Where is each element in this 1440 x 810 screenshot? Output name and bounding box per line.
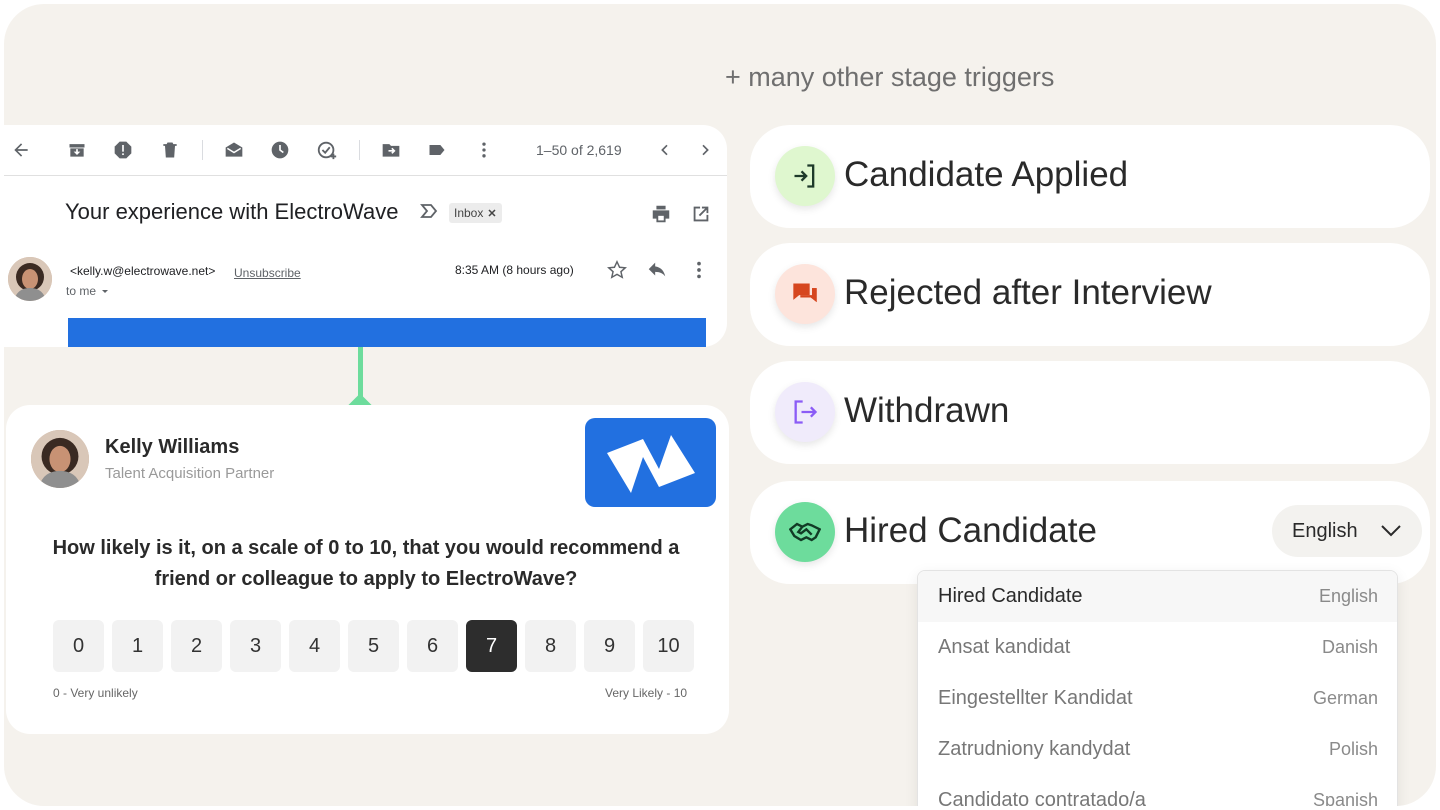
trigger-label: Hired Candidate xyxy=(844,511,1097,550)
nps-option-6[interactable]: 6 xyxy=(407,620,458,672)
snooze-clock-icon[interactable] xyxy=(269,139,291,161)
importance-marker-icon[interactable] xyxy=(420,203,438,219)
next-page-icon[interactable] xyxy=(694,139,716,161)
nps-option-1[interactable]: 1 xyxy=(112,620,163,672)
scale-high-label: Very Likely - 10 xyxy=(605,686,688,700)
recipient-dropdown[interactable]: to me xyxy=(66,284,110,298)
language-select-value: English xyxy=(1292,519,1358,542)
language-option[interactable]: Ansat kandidat Danish xyxy=(918,622,1397,673)
language-option[interactable]: Candidato contratado/a Spanish xyxy=(918,775,1397,806)
enter-icon xyxy=(794,164,815,188)
chevron-down-icon xyxy=(1380,525,1401,537)
trigger-withdrawn[interactable]: Withdrawn xyxy=(750,361,1430,464)
email-timestamp: 8:35 AM (8 hours ago) xyxy=(455,263,574,277)
unsubscribe-link[interactable]: Unsubscribe xyxy=(234,266,301,280)
previous-page-icon[interactable] xyxy=(654,139,676,161)
survey-question: How likely is it, on a scale of 0 to 10,… xyxy=(52,537,680,590)
print-icon[interactable] xyxy=(650,203,672,225)
trigger-label: Rejected after Interview xyxy=(844,273,1212,312)
trigger-icon-bg xyxy=(775,146,835,206)
nps-option-10[interactable]: 10 xyxy=(643,620,694,672)
lightning-logo-icon xyxy=(606,434,695,493)
report-spam-icon[interactable] xyxy=(112,139,134,161)
language-option-language: Danish xyxy=(1321,637,1378,657)
nps-scale: 0 1 2 3 4 5 6 7 8 9 10 xyxy=(53,620,703,672)
more-options-icon[interactable] xyxy=(473,139,495,161)
nps-option-8[interactable]: 8 xyxy=(525,620,576,672)
company-logo xyxy=(585,418,716,507)
email-toolbar: 1–50 of 2,619 xyxy=(4,125,727,175)
email-preview-card: 1–50 of 2,619 Your experience with Elect… xyxy=(4,125,727,347)
caret-down-icon xyxy=(102,290,109,293)
nps-option-3[interactable]: 3 xyxy=(230,620,281,672)
delete-icon[interactable] xyxy=(159,139,181,161)
pagination-count: 1–50 of 2,619 xyxy=(536,142,622,158)
email-header-banner xyxy=(68,318,706,347)
language-option-name: Hired Candidate xyxy=(938,585,1083,607)
sender-email: <kelly.w@electrowave.net> xyxy=(70,264,216,278)
toolbar-divider xyxy=(359,140,360,160)
language-select[interactable]: English xyxy=(1272,505,1422,557)
scale-low-label: 0 - Very unlikely xyxy=(53,686,138,700)
language-option-name: Eingestellter Kandidat xyxy=(938,687,1133,709)
toolbar-divider-line xyxy=(4,175,727,176)
language-option[interactable]: Eingestellter Kandidat German xyxy=(918,673,1397,724)
back-arrow-icon[interactable] xyxy=(10,139,32,161)
open-in-new-window-icon[interactable] xyxy=(690,203,712,225)
section-heading: + many other stage triggers xyxy=(725,62,1055,92)
move-to-folder-icon[interactable] xyxy=(380,139,402,161)
nps-option-7[interactable]: 7 xyxy=(466,620,517,672)
canvas: 1–50 of 2,619 Your experience with Elect… xyxy=(4,4,1436,806)
language-option-language: German xyxy=(1312,688,1378,708)
nps-option-9[interactable]: 9 xyxy=(584,620,635,672)
recruiter-name: Kelly Williams xyxy=(105,436,240,458)
trigger-candidate-applied[interactable]: Candidate Applied xyxy=(750,125,1430,228)
email-subject: Your experience with ElectroWave xyxy=(65,199,399,224)
language-option-name: Ansat kandidat xyxy=(938,636,1071,658)
sender-avatar xyxy=(8,257,52,301)
chat-icon xyxy=(793,283,817,303)
language-option-language: Spanish xyxy=(1312,790,1378,806)
language-dropdown-menu: Hired Candidate English Ansat kandidat Dani… xyxy=(917,570,1398,806)
trigger-hired-candidate[interactable]: Hired Candidate English xyxy=(750,481,1430,584)
trigger-icon-bg xyxy=(775,382,835,442)
star-icon[interactable] xyxy=(606,259,628,281)
reply-icon[interactable] xyxy=(646,259,668,281)
language-option[interactable]: Hired Candidate English xyxy=(918,571,1397,622)
recruiter-avatar xyxy=(31,430,89,488)
language-option-name: Zatrudniony kandydat xyxy=(938,738,1131,760)
mark-as-read-icon[interactable] xyxy=(223,139,245,161)
language-option[interactable]: Zatrudniony kandydat Polish xyxy=(918,724,1397,775)
remove-label-icon[interactable]: ✕ xyxy=(487,207,496,220)
trigger-rejected-after-interview[interactable]: Rejected after Interview xyxy=(750,243,1430,346)
handshake-icon xyxy=(789,522,821,542)
toolbar-divider xyxy=(202,140,203,160)
trigger-label: Withdrawn xyxy=(844,391,1010,430)
language-option-name: Candidato contratado/a xyxy=(938,789,1146,806)
inbox-label-chip: Inbox ✕ xyxy=(449,203,502,223)
nps-option-2[interactable]: 2 xyxy=(171,620,222,672)
trigger-label: Candidate Applied xyxy=(844,155,1129,194)
trigger-icon-bg xyxy=(775,502,835,562)
inbox-label-text: Inbox xyxy=(454,206,484,220)
nps-option-0[interactable]: 0 xyxy=(53,620,104,672)
trigger-icon-bg xyxy=(775,264,835,324)
recruiter-role: Talent Acquisition Partner xyxy=(105,465,275,482)
label-icon[interactable] xyxy=(426,139,448,161)
language-option-language: Polish xyxy=(1328,739,1378,759)
nps-survey-card: Kelly Williams Talent Acquisition Partne… xyxy=(6,405,729,734)
recipient-text: to me xyxy=(66,284,97,298)
archive-icon[interactable] xyxy=(66,139,88,161)
nps-option-5[interactable]: 5 xyxy=(348,620,399,672)
nps-option-4[interactable]: 4 xyxy=(289,620,340,672)
language-option-language: English xyxy=(1318,586,1378,606)
message-more-icon[interactable] xyxy=(688,259,710,281)
add-task-icon[interactable] xyxy=(316,139,338,161)
exit-icon xyxy=(794,400,818,424)
